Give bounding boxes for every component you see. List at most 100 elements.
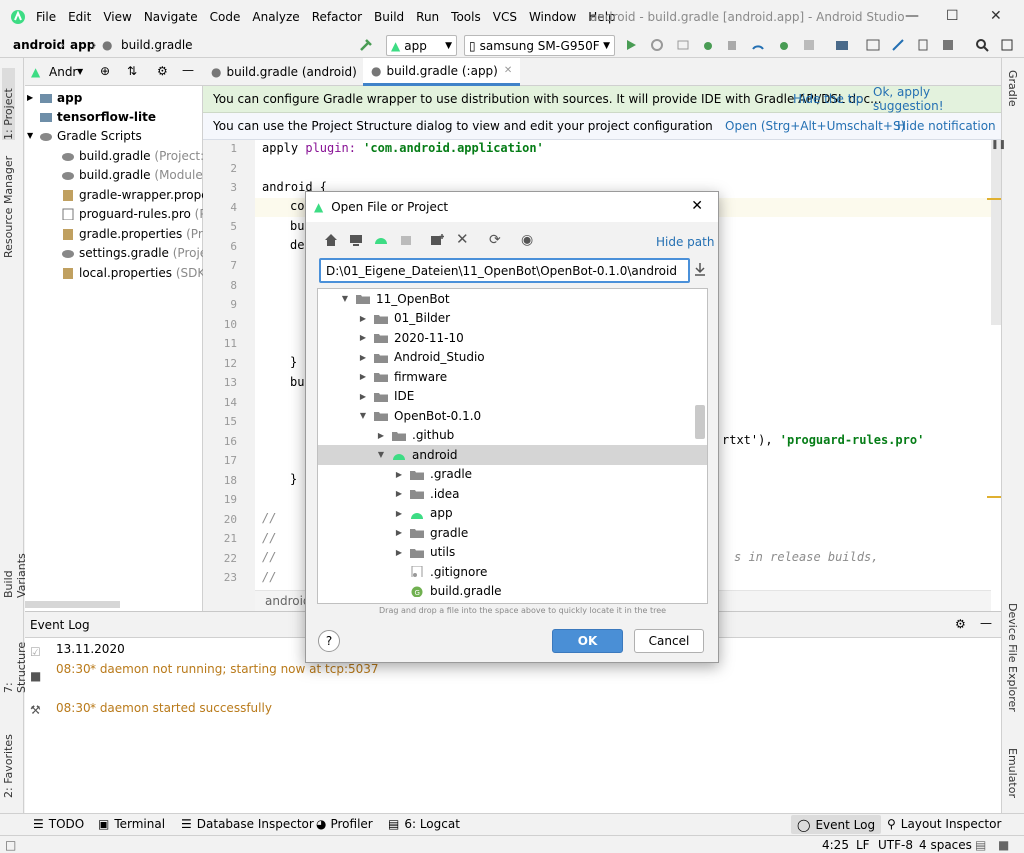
tree-node-android[interactable]: ▼ android bbox=[318, 445, 707, 465]
mark-read-icon[interactable]: ☑ bbox=[30, 645, 41, 659]
menu-code[interactable]: Code bbox=[210, 10, 241, 24]
expand-arrow-icon[interactable]: ▶ bbox=[358, 314, 368, 323]
trash-icon[interactable]: ■ bbox=[30, 669, 41, 683]
desktop-icon[interactable] bbox=[349, 233, 363, 247]
collapse-arrow-icon[interactable]: ▼ bbox=[376, 450, 386, 459]
close-icon[interactable]: ✕ bbox=[504, 65, 512, 76]
hide-panel-icon[interactable]: — bbox=[980, 616, 992, 630]
wrench-icon[interactable]: ⚒ bbox=[30, 703, 41, 717]
expand-arrow-icon[interactable]: ▶ bbox=[358, 353, 368, 362]
open-project-structure-link[interactable]: Open (Strg+Alt+Umschalt+S) bbox=[725, 119, 905, 133]
hide-path-link[interactable]: Hide path bbox=[656, 235, 714, 249]
breadcrumb-android[interactable]: android bbox=[13, 38, 65, 52]
download-icon[interactable] bbox=[693, 262, 707, 276]
hammer-icon[interactable] bbox=[359, 38, 373, 52]
line-separator[interactable]: LF bbox=[856, 838, 870, 852]
code-line-5[interactable]: bu bbox=[290, 219, 304, 233]
collapse-arrow-icon[interactable]: ▼ bbox=[27, 131, 39, 140]
search-icon[interactable] bbox=[975, 38, 989, 52]
tree-node-ide[interactable]: ▶ IDE bbox=[318, 387, 707, 407]
breadcrumb-build-gradle[interactable]: build.gradle bbox=[121, 38, 193, 52]
project-view-label[interactable]: Andr bbox=[49, 65, 77, 79]
gear-icon[interactable]: ⚙ bbox=[157, 64, 168, 78]
menu-refactor[interactable]: Refactor bbox=[312, 10, 362, 24]
menu-window[interactable]: Window bbox=[529, 10, 576, 24]
tree-node-openbot-0-1-0[interactable]: ▼ OpenBot-0.1.0 bbox=[318, 406, 707, 426]
tab-logcat[interactable]: ▤ 6: Logcat bbox=[388, 817, 460, 831]
tab-todo[interactable]: ☰ TODO bbox=[33, 817, 84, 831]
coverage-icon[interactable] bbox=[726, 38, 740, 52]
tab-resource-manager[interactable]: Resource Manager bbox=[2, 148, 15, 258]
code-line-6[interactable]: de bbox=[290, 238, 304, 252]
apply-code-changes-icon[interactable] bbox=[676, 38, 690, 52]
expand-arrow-icon[interactable]: ▶ bbox=[358, 392, 368, 401]
home-icon[interactable] bbox=[324, 233, 338, 247]
chevron-down-icon[interactable]: ▼ bbox=[77, 67, 83, 76]
menu-build[interactable]: Build bbox=[374, 10, 404, 24]
file-encoding[interactable]: UTF-8 bbox=[878, 838, 913, 852]
hide-tip-link[interactable]: Hide the tip bbox=[793, 92, 863, 106]
menu-run[interactable]: Run bbox=[416, 10, 439, 24]
expand-arrow-icon[interactable]: ▶ bbox=[27, 93, 39, 102]
apply-changes-icon[interactable] bbox=[650, 38, 664, 52]
expand-arrow-icon[interactable]: ▶ bbox=[376, 431, 386, 440]
memory-indicator-icon[interactable]: ■ bbox=[998, 838, 1009, 852]
attach-debugger-icon[interactable] bbox=[777, 38, 791, 52]
tab-build-gradle-app[interactable]: ● build.gradle (:app) ✕ bbox=[363, 58, 521, 86]
tree-node-11-openbot[interactable]: ▼ 11_OpenBot bbox=[318, 289, 707, 309]
tree-node-idea[interactable]: ▶ .idea bbox=[318, 484, 707, 504]
module-icon[interactable] bbox=[399, 233, 413, 247]
path-input[interactable]: D:\01_Eigene_Dateien\11_OpenBot\OpenBot-… bbox=[319, 258, 690, 283]
apply-suggestion-link[interactable]: Ok, apply suggestion! bbox=[873, 85, 1001, 113]
new-folder-icon[interactable] bbox=[430, 233, 444, 247]
close-window-button[interactable]: ✕ bbox=[990, 8, 1002, 24]
tree-item-app[interactable]: ▶ app bbox=[27, 88, 82, 107]
menu-vcs[interactable]: VCS bbox=[493, 10, 517, 24]
toggle-tool-windows-icon[interactable]: □ bbox=[5, 838, 16, 852]
tab-favorites[interactable]: 2: Favorites bbox=[2, 723, 15, 798]
tree-item-gradle-scripts[interactable]: ▼ Gradle Scripts bbox=[27, 126, 142, 145]
cancel-button[interactable]: Cancel bbox=[634, 629, 704, 653]
tab-gradle[interactable]: Gradle bbox=[1006, 70, 1019, 107]
menu-edit[interactable]: Edit bbox=[68, 10, 91, 24]
expand-arrow-icon[interactable]: ▶ bbox=[394, 548, 404, 557]
show-hidden-files-icon[interactable]: ◉ bbox=[521, 232, 533, 248]
tab-build-gradle-android[interactable]: ● build.gradle (android) ✕ bbox=[203, 58, 379, 86]
stop-icon[interactable] bbox=[802, 38, 816, 52]
collapse-icon[interactable]: ⇅ bbox=[127, 64, 137, 78]
warning-stripe-marker[interactable] bbox=[987, 198, 1001, 200]
refresh-icon[interactable]: ⟳ bbox=[489, 232, 501, 248]
horizontal-scrollbar[interactable] bbox=[25, 601, 120, 608]
code-line-22[interactable]: // bbox=[262, 550, 276, 564]
tree-item-gradle-wrapper-properties[interactable]: gradle-wrapper.properti bbox=[61, 185, 222, 204]
menu-file[interactable]: File bbox=[36, 10, 56, 24]
ok-button[interactable]: OK bbox=[552, 629, 623, 653]
expand-arrow-icon[interactable]: ▶ bbox=[394, 509, 404, 518]
caret-position[interactable]: 4:25 bbox=[822, 838, 849, 852]
device-select[interactable]: ▯ samsung SM-G950F ▼ bbox=[464, 35, 615, 56]
menu-navigate[interactable]: Navigate bbox=[144, 10, 198, 24]
tab-device-file-explorer[interactable]: Device File Explorer bbox=[1006, 603, 1019, 712]
tab-terminal[interactable]: ▣ Terminal bbox=[98, 817, 165, 831]
gear-icon[interactable]: ⚙ bbox=[955, 617, 966, 631]
menu-view[interactable]: View bbox=[103, 10, 131, 24]
project-structure-icon[interactable] bbox=[835, 38, 849, 52]
code-line-13[interactable]: bu bbox=[290, 375, 304, 389]
hide-notification-link[interactable]: Hide notification bbox=[897, 119, 996, 133]
layout-inspector-icon[interactable] bbox=[941, 38, 955, 52]
tree-node-2020-11-10[interactable]: ▶ 2020-11-10 bbox=[318, 328, 707, 348]
tree-node-01-bilder[interactable]: ▶ 01_Bilder bbox=[318, 309, 707, 329]
profile-icon[interactable] bbox=[751, 38, 765, 52]
run-icon[interactable] bbox=[624, 38, 638, 52]
code-line-4[interactable]: co bbox=[290, 199, 304, 213]
tab-layout-inspector[interactable]: ⚲ Layout Inspector bbox=[887, 817, 1001, 831]
expand-arrow-icon[interactable]: ▶ bbox=[394, 470, 404, 479]
debug-icon[interactable] bbox=[701, 38, 715, 52]
code-line-18[interactable]: } bbox=[290, 472, 297, 486]
tree-item-build-gradle-module[interactable]: build.gradle (Module: ar bbox=[61, 165, 223, 184]
tree-item-proguard-rules[interactable]: proguard-rules.pro (Pro bbox=[61, 204, 218, 223]
tree-node-app[interactable]: ▶ app bbox=[318, 504, 707, 524]
code-line-1[interactable]: apply plugin: 'com.android.application' bbox=[262, 141, 544, 155]
tree-node-gradle[interactable]: ▶ .gradle bbox=[318, 465, 707, 485]
menu-analyze[interactable]: Analyze bbox=[252, 10, 299, 24]
